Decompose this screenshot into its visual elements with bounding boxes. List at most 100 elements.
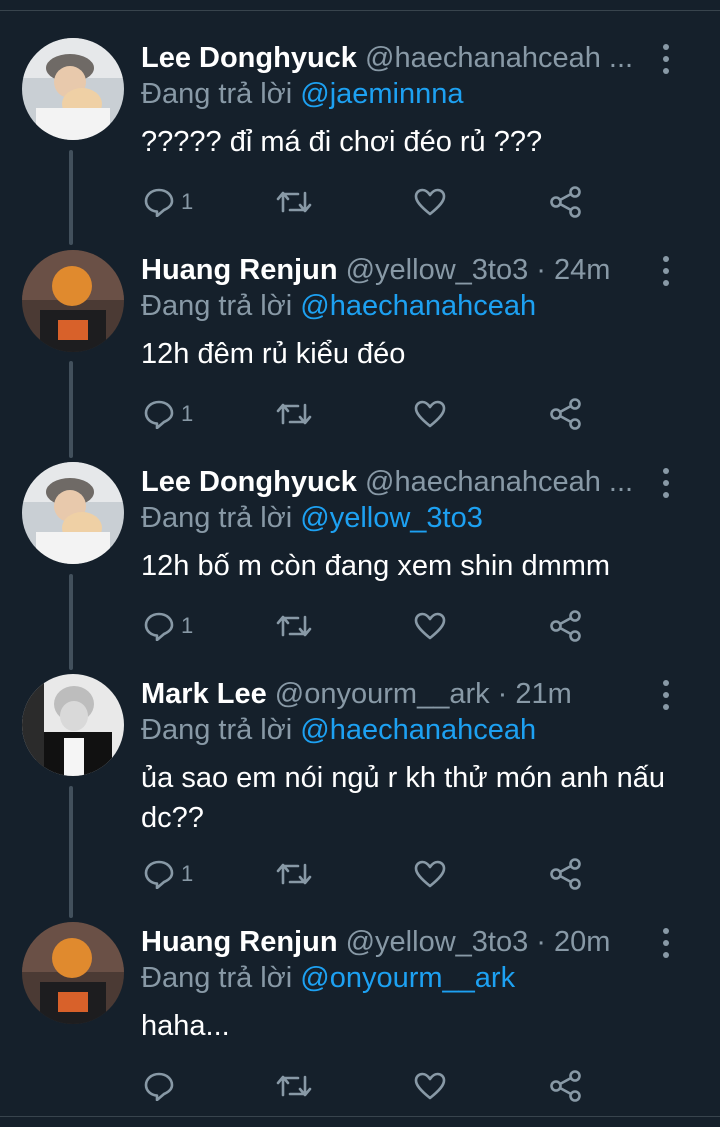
- comment-icon: [143, 1071, 175, 1101]
- reply-count: 1: [181, 401, 194, 426]
- share-icon: [549, 610, 583, 642]
- avatar[interactable]: [22, 462, 124, 564]
- tweet-text: ủa sao em nói ngủ r kh thử món anh nấu d…: [141, 762, 666, 834]
- user-handle: @onyourm__ark · 21m: [274, 678, 572, 710]
- comment-icon: [143, 859, 175, 889]
- more-vertical-icon[interactable]: [654, 256, 678, 286]
- like-button[interactable]: [413, 856, 447, 892]
- retweet-icon: [275, 859, 313, 889]
- mention-link[interactable]: @yellow_3to3: [300, 502, 483, 534]
- thread-line: [69, 574, 73, 670]
- tweet-header: Mark Lee @onyourm__ark · 21m: [141, 674, 661, 714]
- like-button[interactable]: [413, 184, 447, 220]
- share-button[interactable]: [549, 184, 583, 220]
- reply-button[interactable]: 1: [143, 856, 193, 892]
- heart-icon: [413, 1071, 447, 1101]
- tweet-header: Lee Donghyuck @haechanahceah ...: [141, 38, 661, 78]
- mention-link[interactable]: @haechanahceah: [300, 290, 536, 322]
- tweet-text: 12h bố m còn đang xem shin dmmm: [141, 550, 611, 582]
- tweet-actions: [141, 1068, 601, 1104]
- share-icon: [549, 186, 583, 218]
- like-button[interactable]: [413, 1068, 447, 1104]
- bottom-divider: [0, 1116, 720, 1117]
- tweet-text: haha...: [141, 1010, 230, 1042]
- tweet-header: Lee Donghyuck @haechanahceah ...: [141, 462, 661, 502]
- user-handle: @yellow_3to3 · 24m: [345, 254, 611, 286]
- display-name[interactable]: Huang Renjun: [141, 926, 338, 958]
- reply-prefix: Đang trả lời: [141, 962, 293, 994]
- reply-prefix: Đang trả lời: [141, 714, 293, 746]
- heart-icon: [413, 399, 447, 429]
- more-vertical-icon[interactable]: [654, 44, 678, 74]
- retweet-icon: [275, 399, 313, 429]
- tweet-header: Huang Renjun @yellow_3to3 · 20m: [141, 922, 661, 962]
- thread-line: [69, 150, 73, 245]
- reply-context: Đang trả lời @yellow_3to3: [141, 498, 483, 538]
- share-button[interactable]: [549, 856, 583, 892]
- reply-button[interactable]: 1: [143, 396, 193, 432]
- reply-context: Đang trả lời @haechanahceah: [141, 286, 536, 326]
- reply-prefix: Đang trả lời: [141, 290, 293, 322]
- retweet-button[interactable]: [275, 608, 313, 644]
- comment-icon: [143, 187, 175, 217]
- tweet-text: ????? đỉ má đi chơi đéo rủ ???: [141, 126, 543, 158]
- tweet-text: 12h đêm rủ kiểu đéo: [141, 338, 406, 370]
- avatar[interactable]: [22, 922, 124, 1024]
- thread-line: [69, 361, 73, 458]
- display-name[interactable]: Mark Lee: [141, 678, 267, 710]
- heart-icon: [413, 611, 447, 641]
- reply-context: Đang trả lời @onyourm__ark: [141, 958, 515, 998]
- user-handle: @haechanahceah ...: [365, 42, 634, 74]
- mention-link[interactable]: @haechanahceah: [300, 714, 536, 746]
- reply-count: 1: [181, 189, 194, 214]
- more-vertical-icon[interactable]: [654, 680, 678, 710]
- reply-button[interactable]: [143, 1068, 181, 1104]
- share-icon: [549, 1070, 583, 1102]
- mention-link[interactable]: @onyourm__ark: [300, 962, 515, 994]
- tweet-actions: 1: [141, 856, 601, 892]
- retweet-button[interactable]: [275, 1068, 313, 1104]
- share-icon: [549, 398, 583, 430]
- retweet-button[interactable]: [275, 396, 313, 432]
- avatar[interactable]: [22, 674, 124, 776]
- like-button[interactable]: [413, 396, 447, 432]
- avatar[interactable]: [22, 38, 124, 140]
- share-icon: [549, 858, 583, 890]
- heart-icon: [413, 187, 447, 217]
- reply-context: Đang trả lời @jaeminnna: [141, 74, 464, 114]
- share-button[interactable]: [549, 396, 583, 432]
- tweet-actions: 1: [141, 184, 601, 220]
- mention-link[interactable]: @jaeminnna: [300, 78, 463, 110]
- share-button[interactable]: [549, 1068, 583, 1104]
- reply-prefix: Đang trả lời: [141, 502, 293, 534]
- more-vertical-icon[interactable]: [654, 468, 678, 498]
- reply-count: 1: [181, 613, 194, 638]
- retweet-button[interactable]: [275, 184, 313, 220]
- display-name[interactable]: Huang Renjun: [141, 254, 338, 286]
- retweet-icon: [275, 1071, 313, 1101]
- reply-count: 1: [181, 861, 194, 886]
- user-handle: @haechanahceah ...: [365, 466, 634, 498]
- top-divider: [0, 10, 720, 11]
- reply-context: Đang trả lời @haechanahceah: [141, 710, 536, 750]
- thread-line: [69, 786, 73, 918]
- avatar[interactable]: [22, 250, 124, 352]
- retweet-icon: [275, 187, 313, 217]
- reply-button[interactable]: 1: [143, 184, 193, 220]
- comment-icon: [143, 611, 175, 641]
- comment-icon: [143, 399, 175, 429]
- display-name[interactable]: Lee Donghyuck: [141, 466, 357, 498]
- tweet-actions: 1: [141, 608, 601, 644]
- display-name[interactable]: Lee Donghyuck: [141, 42, 357, 74]
- tweet-actions: 1: [141, 396, 601, 432]
- share-button[interactable]: [549, 608, 583, 644]
- heart-icon: [413, 859, 447, 889]
- reply-prefix: Đang trả lời: [141, 78, 293, 110]
- more-vertical-icon[interactable]: [654, 928, 678, 958]
- like-button[interactable]: [413, 608, 447, 644]
- retweet-icon: [275, 611, 313, 641]
- reply-button[interactable]: 1: [143, 608, 193, 644]
- retweet-button[interactable]: [275, 856, 313, 892]
- user-handle: @yellow_3to3 · 20m: [345, 926, 611, 958]
- tweet-header: Huang Renjun @yellow_3to3 · 24m: [141, 250, 661, 290]
